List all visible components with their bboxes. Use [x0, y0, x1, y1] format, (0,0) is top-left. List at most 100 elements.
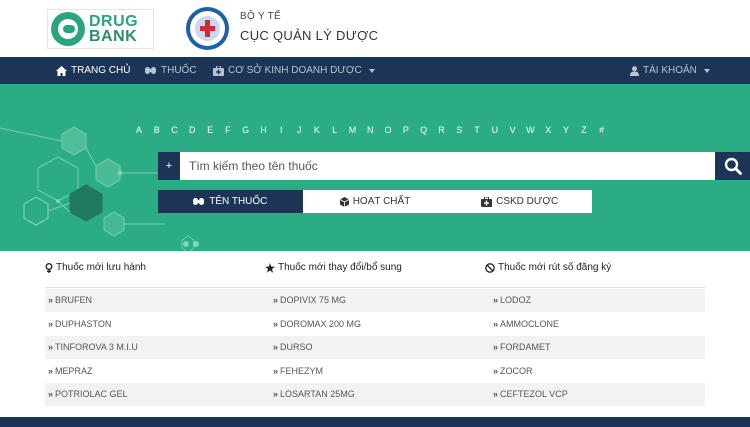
alphabet-letter-i[interactable]: I — [272, 125, 290, 135]
double-chevron-right-icon: » — [493, 342, 498, 352]
alphabet-letter-v[interactable]: V — [504, 125, 522, 135]
search-bar: + — [158, 152, 750, 180]
alphabet-letter-n[interactable]: N — [361, 125, 379, 135]
drug-link[interactable]: » MEPRAZ — [48, 360, 93, 383]
double-chevron-right-icon: » — [48, 342, 53, 352]
drug-name: MEPRAZ — [55, 365, 93, 376]
tab-active-ingredient[interactable]: HOẠT CHẤT — [302, 190, 448, 213]
drug-link[interactable]: » ZOCOR — [493, 360, 533, 383]
nav-item-pharma-business[interactable]: CƠ SỞ KINH DOANH DƯỢC — [213, 57, 375, 84]
drug-name: BRUFEN — [55, 295, 93, 305]
nav-item-home[interactable]: TRANG CHỦ — [56, 57, 130, 84]
alphabet-letter-r[interactable]: R — [433, 125, 451, 135]
double-chevron-right-icon: » — [493, 318, 498, 329]
site-header: DRUG BANK BỘ Y TẾ CỤC QUẢN LÝ DƯỢC — [0, 0, 750, 57]
double-chevron-right-icon: » — [273, 389, 278, 399]
nav-item-drugs[interactable]: THUỐC — [145, 57, 197, 84]
org-parent-name: BỘ Y TẾ — [240, 11, 282, 22]
alphabet-letter-p[interactable]: P — [397, 125, 415, 135]
drug-name: FORDAMET — [500, 342, 551, 352]
ban-icon — [485, 262, 495, 273]
main-navbar: TRANG CHỦ THUỐC CƠ SỞ KINH DOANH DƯỢC TÀ… — [0, 57, 750, 84]
alphabet-letter-b[interactable]: B — [148, 125, 166, 135]
alphabet-letter-m[interactable]: M — [344, 125, 362, 135]
alphabet-letter-u[interactable]: U — [486, 125, 504, 135]
alphabet-letter-l[interactable]: L — [326, 125, 344, 135]
alphabet-letter-o[interactable]: O — [379, 125, 397, 135]
double-chevron-right-icon: » — [273, 295, 278, 305]
drug-link[interactable]: » AMMOCLONE — [493, 313, 559, 336]
search-input[interactable] — [180, 152, 715, 180]
drug-name: DUPHASTON — [55, 318, 112, 329]
org-name: CỤC QUẢN LÝ DƯỢC — [240, 28, 379, 43]
double-chevron-right-icon: » — [493, 389, 498, 399]
nav-item-pharma-business-label: CƠ SỞ KINH DOANH DƯỢC — [228, 65, 362, 76]
drug-link[interactable]: » BRUFEN — [48, 289, 92, 312]
double-chevron-right-icon: » — [493, 365, 498, 376]
alphabet-letter-y[interactable]: Y — [557, 125, 575, 135]
double-chevron-right-icon: » — [273, 342, 278, 352]
drugbank-logo[interactable]: DRUG BANK — [47, 9, 154, 49]
alphabet-letter-g[interactable]: G — [237, 125, 255, 135]
table-row: » BRUFEN» DOPIVIX 75 MG» LODOZ — [45, 289, 705, 312]
alphabet-letter-e[interactable]: E — [201, 125, 219, 135]
drug-name: AMMOCLONE — [500, 318, 560, 329]
drug-link[interactable]: » FEHEZYM — [273, 360, 323, 383]
alphabet-letter-z[interactable]: Z — [575, 125, 593, 135]
org-block: BỘ Y TẾ CỤC QUẢN LÝ DƯỢC — [240, 11, 378, 43]
alphabet-letter-j[interactable]: J — [290, 125, 308, 135]
chevron-down-icon — [703, 68, 710, 73]
column-title: Thuốc mới lưu hành — [56, 262, 146, 273]
footer-bar — [0, 417, 750, 427]
table-row: » TINFOROVA 3 M.I.U» DURSO» FORDAMET — [45, 336, 705, 359]
cuc-quan-ly-duoc-seal[interactable] — [186, 7, 229, 50]
double-chevron-right-icon: » — [48, 318, 53, 329]
drug-link[interactable]: » LOSARTAN 25MG — [273, 383, 355, 406]
chevron-down-icon — [368, 68, 375, 73]
drug-name: POTRIOLAC GEL — [55, 389, 128, 399]
alphabet-letter-q[interactable]: Q — [415, 125, 433, 135]
alphabet-letter-k[interactable]: K — [308, 125, 326, 135]
user-icon — [630, 65, 639, 76]
alphabet-letter-t[interactable]: T — [468, 125, 486, 135]
drug-link[interactable]: » DOROMAX 200 MG — [273, 313, 361, 336]
drug-name: LOSARTAN 25MG — [280, 389, 355, 399]
search-button[interactable] — [715, 152, 750, 180]
drug-link[interactable]: » TINFOROVA 3 M.I.U — [48, 336, 138, 359]
search-icon — [724, 157, 742, 175]
drugbank-logo-line1: DRUG — [89, 13, 139, 30]
column-header-withdrawn: Thuốc mới rút số đăng ký — [485, 262, 611, 273]
drug-name: FEHEZYM — [280, 365, 324, 376]
drug-name: DOROMAX 200 MG — [280, 318, 362, 329]
drug-link[interactable]: » CEFTEZOL VCP — [493, 383, 568, 406]
drugbank-logo-mark — [51, 12, 85, 46]
alphabet-letter-x[interactable]: X — [539, 125, 557, 135]
tab-active-ingredient-label: HOẠT CHẤT — [352, 196, 411, 207]
nav-item-account[interactable]: TÀI KHOẢN — [630, 57, 710, 84]
tab-pharma-business[interactable]: CSKD DƯỢC — [447, 190, 593, 213]
alphabet-letter-h[interactable]: H — [255, 125, 273, 135]
female-icon — [45, 262, 53, 273]
drug-link[interactable]: » DUPHASTON — [48, 313, 111, 336]
column-header-changed: Thuốc mới thay đổi/bổ sung — [265, 262, 402, 273]
tab-drug-name[interactable]: TÊN THUỐC — [158, 190, 303, 213]
alphabet-letter-d[interactable]: D — [183, 125, 201, 135]
column-title: Thuốc mới thay đổi/bổ sung — [278, 262, 402, 273]
alphabet-letter-s[interactable]: S — [450, 125, 468, 135]
drug-link[interactable]: » DURSO — [273, 336, 313, 359]
column-header-new-circulating: Thuốc mới lưu hành — [45, 262, 146, 273]
alphabet-letter-a[interactable]: A — [130, 125, 148, 135]
nav-item-home-label: TRANG CHỦ — [71, 65, 131, 76]
drugbank-logo-line2: BANK — [89, 28, 138, 45]
alphabet-letter-c[interactable]: C — [166, 125, 184, 135]
search-advanced-toggle[interactable]: + — [158, 152, 180, 180]
drug-link[interactable]: » POTRIOLAC GEL — [48, 383, 128, 406]
double-chevron-right-icon: » — [48, 365, 53, 376]
drug-link[interactable]: » FORDAMET — [493, 336, 551, 359]
alphabet-letter-f[interactable]: F — [219, 125, 237, 135]
drug-link[interactable]: » DOPIVIX 75 MG — [273, 289, 346, 312]
drug-link[interactable]: » LODOZ — [493, 289, 531, 312]
pills-icon — [145, 67, 156, 74]
alphabet-letter-w[interactable]: W — [522, 125, 540, 135]
alphabet-letter-hash[interactable]: # — [593, 125, 611, 135]
